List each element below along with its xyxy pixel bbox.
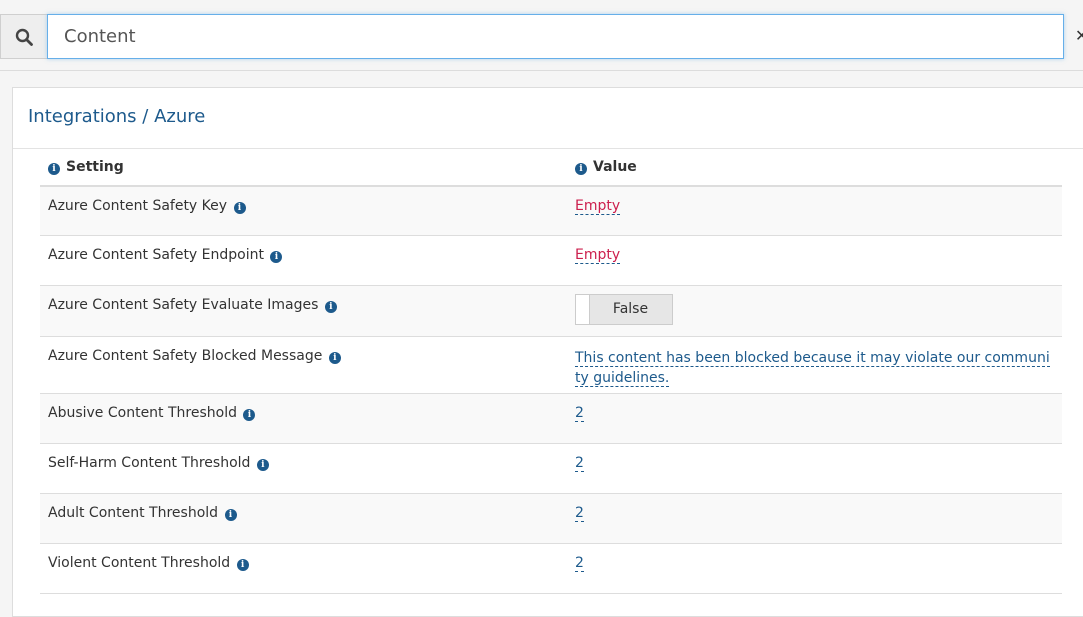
setting-label-text: Self-Harm Content Threshold bbox=[48, 454, 251, 471]
table-row: Violent Content Threshold i 2 bbox=[40, 543, 1062, 594]
editable-value-link[interactable]: 2 bbox=[575, 454, 584, 472]
setting-label: Self-Harm Content Threshold i bbox=[48, 444, 559, 471]
info-icon[interactable]: i bbox=[233, 202, 246, 214]
info-icon: i bbox=[575, 163, 587, 175]
value-wrapper: 2 bbox=[575, 444, 1054, 472]
value-wrapper: 2 bbox=[575, 394, 1054, 422]
settings-panel: Integrations / Azure i Setting i Value Azu… bbox=[12, 87, 1083, 617]
toggle-label: False bbox=[612, 300, 649, 317]
setting-label-text: Azure Content Safety Evaluate Images bbox=[48, 296, 319, 313]
editable-value-link[interactable]: This content has been blocked because it… bbox=[575, 349, 1050, 387]
info-icon: i bbox=[48, 163, 60, 175]
info-icon[interactable]: i bbox=[243, 408, 256, 421]
value-cell: False bbox=[567, 285, 1062, 337]
editable-value-link[interactable]: 2 bbox=[575, 504, 584, 522]
value-wrapper: Empty bbox=[575, 236, 1054, 264]
setting-label: Azure Content Safety Endpoint i bbox=[48, 236, 559, 263]
setting-label: Violent Content Threshold i bbox=[48, 544, 559, 571]
setting-label: Abusive Content Threshold i bbox=[48, 394, 559, 421]
value-wrapper: Empty bbox=[575, 187, 1054, 215]
setting-cell: Abusive Content Threshold i bbox=[40, 393, 567, 444]
setting-cell: Azure Content Safety Evaluate Images i bbox=[40, 285, 567, 337]
info-icon[interactable]: i bbox=[224, 508, 237, 521]
table-row: Azure Content Safety Blocked Message i Th… bbox=[40, 336, 1062, 394]
setting-cell: Self-Harm Content Threshold i bbox=[40, 443, 567, 494]
value-cell: 2 bbox=[567, 443, 1062, 494]
setting-label-text: Azure Content Safety Endpoint bbox=[48, 246, 264, 263]
setting-label: Azure Content Safety Key i bbox=[48, 187, 559, 214]
setting-label: Azure Content Safety Evaluate Images i bbox=[48, 286, 559, 313]
editable-value-link[interactable]: 2 bbox=[575, 404, 584, 422]
setting-cell: Azure Content Safety Key i bbox=[40, 186, 567, 236]
empty-value-link[interactable]: Empty bbox=[575, 198, 621, 215]
empty-value-link[interactable]: Empty bbox=[575, 246, 621, 264]
settings-toggle-icon[interactable]: ✕ bbox=[1075, 27, 1083, 47]
setting-label: Azure Content Safety Blocked Message i bbox=[48, 337, 559, 364]
info-icon[interactable]: i bbox=[270, 250, 283, 263]
search-addon bbox=[0, 14, 47, 59]
setting-cell: Azure Content Safety Endpoint i bbox=[40, 235, 567, 286]
search-bar: ✕ bbox=[0, 0, 1083, 71]
value-wrapper: 2 bbox=[575, 544, 1054, 572]
panel-title: Integrations / Azure bbox=[28, 106, 206, 127]
search-input[interactable] bbox=[47, 14, 1064, 59]
column-header-setting: i Setting bbox=[40, 149, 567, 187]
value-cell: Empty bbox=[567, 186, 1062, 236]
setting-cell: Adult Content Threshold i bbox=[40, 493, 567, 544]
value-cell: Empty bbox=[567, 235, 1062, 286]
table-row: Abusive Content Threshold i 2 bbox=[40, 393, 1062, 444]
setting-label: Adult Content Threshold i bbox=[48, 494, 559, 521]
value-cell: 2 bbox=[567, 543, 1062, 594]
setting-cell: Violent Content Threshold i bbox=[40, 543, 567, 594]
settings-rows: Azure Content Safety Key i Empty Azure Con… bbox=[40, 186, 1062, 594]
column-header-value: i Value bbox=[567, 149, 1062, 187]
table-row: Self-Harm Content Threshold i 2 bbox=[40, 443, 1062, 494]
setting-label-text: Abusive Content Threshold bbox=[48, 404, 237, 421]
setting-cell: Azure Content Safety Blocked Message i bbox=[40, 336, 567, 394]
evaluate-images-toggle[interactable]: False bbox=[575, 293, 673, 325]
setting-label-text: Azure Content Safety Blocked Message bbox=[48, 347, 323, 364]
info-icon[interactable]: i bbox=[324, 300, 337, 313]
table-row: Azure Content Safety Evaluate Images i Fa… bbox=[40, 285, 1062, 337]
table-row: Adult Content Threshold i 2 bbox=[40, 493, 1062, 544]
setting-label-text: Adult Content Threshold bbox=[48, 504, 219, 521]
info-icon[interactable]: i bbox=[328, 351, 341, 364]
value-cell: 2 bbox=[567, 393, 1062, 444]
value-cell: 2 bbox=[567, 493, 1062, 544]
info-icon[interactable]: i bbox=[236, 558, 249, 571]
search-icon bbox=[15, 28, 33, 46]
value-wrapper: 2 bbox=[575, 494, 1054, 522]
toggle-handle bbox=[576, 294, 590, 324]
value-cell: This content has been blocked because it… bbox=[567, 336, 1062, 394]
table-row: Azure Content Safety Endpoint i Empty bbox=[40, 235, 1062, 286]
setting-label-text: Violent Content Threshold bbox=[48, 554, 231, 571]
setting-label-text: Azure Content Safety Key bbox=[48, 198, 228, 214]
info-icon[interactable]: i bbox=[256, 458, 269, 471]
table-row: Azure Content Safety Key i Empty bbox=[40, 186, 1062, 236]
table-header-row: i Setting i Value bbox=[40, 149, 1062, 187]
value-wrapper: This content has been blocked because it… bbox=[575, 337, 1054, 388]
settings-table: i Setting i Value Azure Content Safety Key… bbox=[40, 149, 1062, 594]
editable-value-link[interactable]: 2 bbox=[575, 554, 584, 572]
